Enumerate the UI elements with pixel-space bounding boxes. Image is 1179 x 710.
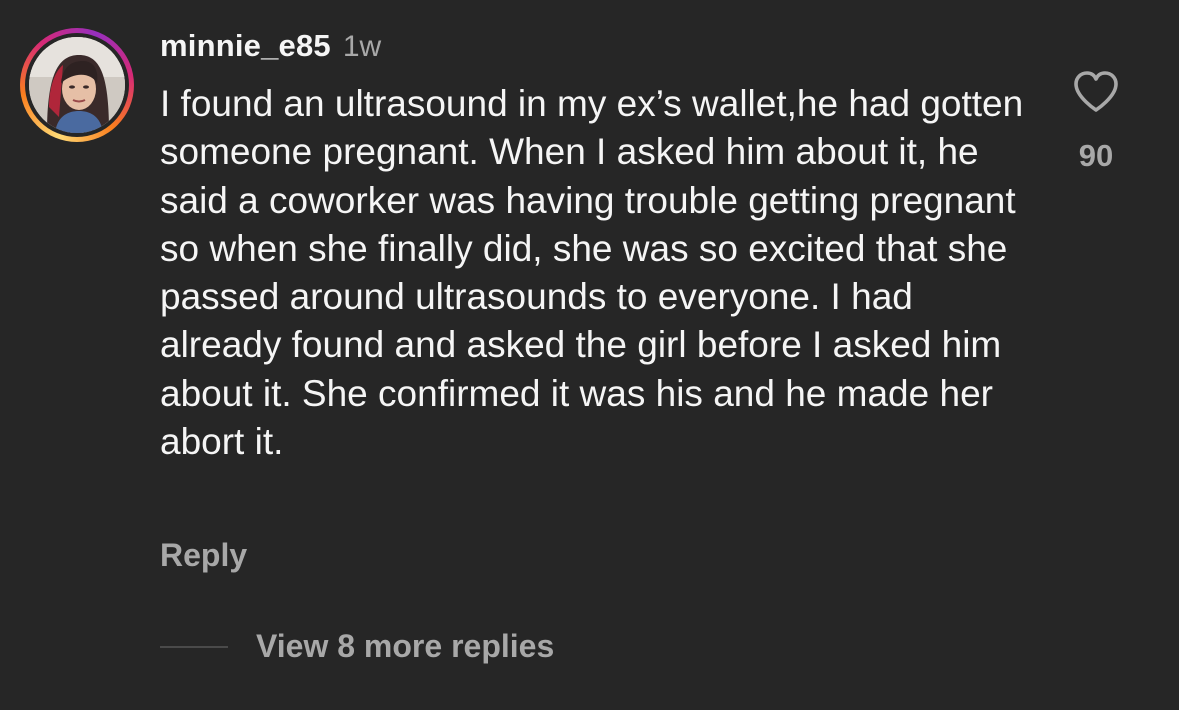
comment-header: minnie_e85 1w (160, 28, 381, 68)
replies-divider (160, 645, 228, 648)
avatar-gap (25, 33, 129, 137)
timestamp: 1w (342, 30, 382, 63)
like-count: 90 (1078, 138, 1114, 173)
username-link[interactable]: minnie_e85 (160, 28, 331, 64)
avatar[interactable] (29, 37, 125, 133)
reply-button[interactable]: Reply (160, 537, 247, 574)
view-more-replies-button[interactable]: View 8 more replies (256, 628, 554, 665)
comment-item: minnie_e85 1w I found an ultrasound in m… (0, 0, 1179, 710)
heart-outline-icon[interactable] (1072, 70, 1120, 114)
like-column: 90 (1064, 70, 1128, 174)
story-ring[interactable] (20, 28, 134, 142)
view-replies-row[interactable]: View 8 more replies (160, 628, 554, 665)
avatar-image (29, 37, 125, 133)
comment-text: I found an ultrasound in my ex’s wallet,… (160, 83, 1024, 463)
